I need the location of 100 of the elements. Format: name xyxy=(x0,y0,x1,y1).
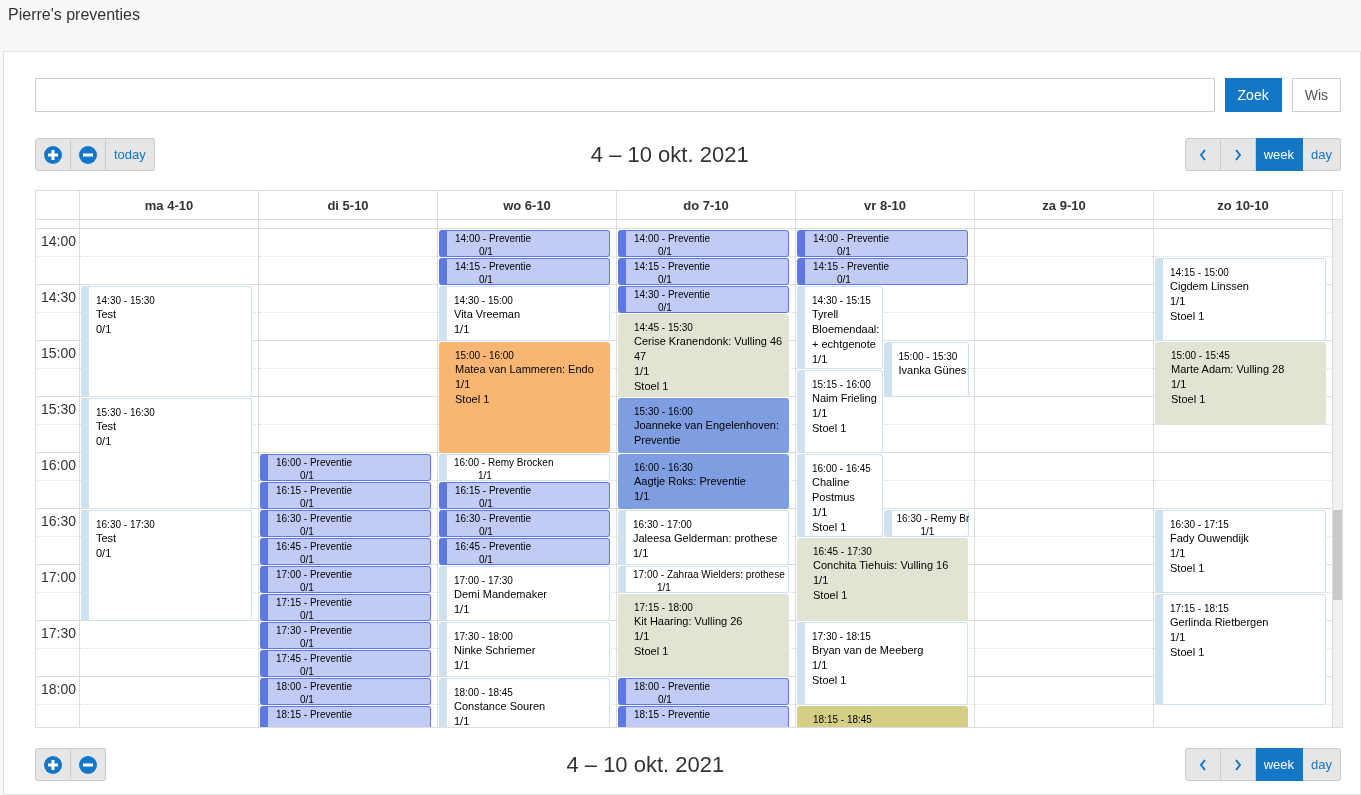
available-slot[interactable]: 16:30 - Preventie 0/1 xyxy=(439,510,610,537)
appointment-detail: Stoel 1 xyxy=(813,588,849,603)
appointment-time: 16:00 - 16:45 xyxy=(812,462,872,475)
time-label: 16:00 xyxy=(40,456,78,473)
next-button[interactable] xyxy=(1220,748,1256,781)
appointment-detail: 1/1 xyxy=(455,377,472,392)
available-slot[interactable]: 14:15 - Preventie 0/1 xyxy=(618,258,789,285)
appointment-detail: 1/1 xyxy=(454,322,471,337)
available-slot[interactable]: 18:15 - Preventie xyxy=(260,706,431,727)
appointment[interactable]: 17:30 - 18:15 Bryan van de Meeberg 1/1 Stoel 1 xyxy=(797,622,968,705)
appointment[interactable]: 15:15 - 16:00 Naim Frieling 1/1 Stoel 1 xyxy=(797,370,883,453)
appointment[interactable]: 14:30 - 15:30 Test 0/1 xyxy=(81,286,252,397)
previous-button[interactable] xyxy=(1184,748,1221,781)
appointment[interactable]: 16:30 - 17:15 Fady Ouwendijk 1/1 Stoel 1 xyxy=(1155,510,1326,593)
appointment[interactable]: 16:30 - Remy Br 1/1 xyxy=(883,510,969,537)
scrollbar[interactable] xyxy=(1332,220,1342,727)
appointment[interactable]: 16:00 - 16:30 Aagtje Roks: Preventie 1/1 xyxy=(618,454,789,509)
available-slot[interactable]: 14:15 - Preventie 0/1 xyxy=(797,258,968,285)
time-label: 15:00 xyxy=(40,344,78,361)
available-slot[interactable]: 14:00 - Preventie 0/1 xyxy=(618,230,789,257)
appointment[interactable]: 17:30 - 18:00 Ninke Schriemer 1/1 xyxy=(439,622,610,677)
appointment-detail: Stoel 1 xyxy=(1170,309,1206,324)
appointment-count: 0/1 xyxy=(299,665,315,678)
appointment[interactable]: 14:30 - 15:00 Vita Vreeman 1/1 xyxy=(439,286,610,341)
appointment[interactable]: 18:00 - 18:45 Constance Souren 1/1 xyxy=(439,678,610,727)
view-tab[interactable]: week xyxy=(1255,138,1304,171)
appointment[interactable]: 16:30 - 17:30 Test 0/1 xyxy=(81,510,252,621)
appointment-heading: 17:30 - Preventie xyxy=(276,624,354,637)
appointment[interactable]: 17:15 - 18:15 Gerlinda Rietbergen 1/1 Stoel 1 xyxy=(1155,594,1326,705)
previous-button[interactable] xyxy=(1184,138,1221,171)
appointment[interactable]: 17:00 - 17:30 Demi Mandemaker 1/1 xyxy=(439,566,610,621)
view-tab[interactable]: week xyxy=(1255,748,1304,781)
zoom-out-button[interactable] xyxy=(71,748,106,781)
available-slot[interactable]: 18:00 - Preventie 0/1 xyxy=(260,678,431,705)
appointment[interactable]: 15:00 - 15:45 Marte Adam: Vulling 28 1/1 Stoel 1 xyxy=(1155,342,1326,425)
appointment-detail: 1/1 xyxy=(454,658,471,673)
today-button[interactable]: today xyxy=(106,138,155,171)
available-slot[interactable]: 16:15 - Preventie 0/1 xyxy=(260,482,431,509)
view-tab[interactable]: day xyxy=(1303,138,1341,171)
appointment[interactable]: 16:00 - 16:45 Chaline Postmus 1/1 Stoel 1 xyxy=(797,454,883,537)
available-slot[interactable]: 16:15 - Preventie 0/1 xyxy=(439,482,610,509)
appointment-detail: Stoel 1 xyxy=(1170,645,1206,660)
available-slot[interactable]: 14:00 - Preventie 0/1 xyxy=(439,230,610,257)
appointment[interactable]: 16:45 - 17:30 Conchita Tiehuis: Vulling 16 1/1 Stoel 1 xyxy=(797,538,968,621)
clear-button[interactable]: Wis xyxy=(1291,78,1341,112)
appointment-time: 15:30 - 16:30 xyxy=(96,406,156,419)
available-slot[interactable]: 16:45 - Preventie 0/1 xyxy=(439,538,610,565)
app-title: Pierre's preventies xyxy=(8,6,140,23)
available-slot[interactable]: 17:00 - Preventie 0/1 xyxy=(260,566,431,593)
appointment[interactable]: 18:15 - 18:45 xyxy=(797,706,968,727)
available-slot[interactable]: 16:30 - Preventie 0/1 xyxy=(260,510,431,537)
appointment-count: 0/1 xyxy=(478,273,494,286)
appointment-detail: 1/1 xyxy=(812,352,829,367)
appointment[interactable]: 14:30 - 15:15 Tyrell Bloemendaal: + echtgenote 1/1 xyxy=(797,286,883,369)
appointment[interactable]: 17:15 - 18:00 Kit Haaring: Vulling 26 1/1 Stoel 1 xyxy=(618,594,789,677)
appointment-heading: 18:00 - Preventie xyxy=(276,680,354,693)
appointment-heading: 17:15 - Preventie xyxy=(276,596,354,609)
appointment[interactable]: 17:00 - Zahraa Wielders: prothese 1/1 xyxy=(618,566,789,593)
appointment[interactable]: 16:00 - Remy Brocken 1/1 xyxy=(439,454,610,481)
available-slot[interactable]: 16:45 - Preventie 0/1 xyxy=(260,538,431,565)
zoom-in-button[interactable] xyxy=(35,138,71,171)
available-slot[interactable]: 14:00 - Preventie 0/1 xyxy=(797,230,968,257)
appointment[interactable]: 15:00 - 16:00 Matea van Lammeren: Endo 1/1 Stoel 1 xyxy=(439,342,610,453)
appointment-time: 17:30 - 18:00 xyxy=(454,630,514,643)
available-slot[interactable]: 18:00 - Preventie 0/1 xyxy=(618,678,789,705)
appointment[interactable]: 16:30 - 17:00 Jaleesa Gelderman: prothese 1/1 xyxy=(618,510,789,565)
appointment[interactable]: 15:30 - 16:00 Joanneke van Engelenhoven: Preventie xyxy=(618,398,789,453)
appointment-heading: 16:30 - Remy Br xyxy=(896,512,967,525)
appointment-detail: Stoel 1 xyxy=(1170,561,1206,576)
appointment-detail: 1/1 xyxy=(1170,546,1187,561)
available-slot[interactable]: 16:00 - Preventie 0/1 xyxy=(260,454,431,481)
appointment-time: 14:30 - 15:00 xyxy=(454,294,514,307)
scrollbar-thumb[interactable] xyxy=(1333,510,1342,600)
appointment[interactable]: 15:30 - 16:30 Test 0/1 xyxy=(81,398,252,509)
next-button[interactable] xyxy=(1220,138,1256,171)
available-slot[interactable]: 17:45 - Preventie 0/1 xyxy=(260,650,431,677)
available-slot[interactable]: 14:30 - Preventie 0/1 xyxy=(618,286,789,313)
appointment-count: 0/1 xyxy=(299,553,315,566)
day-header: zo 10-10 xyxy=(1153,191,1332,220)
appointment-heading: 14:00 - Preventie xyxy=(634,232,712,245)
appointment-detail: Stoel 1 xyxy=(812,520,848,535)
appointment[interactable]: 14:15 - 15:00 Cigdem Linssen 1/1 Stoel 1 xyxy=(1155,258,1326,341)
appointment-detail: 1/1 xyxy=(634,629,651,644)
appointment-count: 0/1 xyxy=(657,693,673,706)
search-field[interactable] xyxy=(35,78,1215,112)
available-slot[interactable]: 17:15 - Preventie 0/1 xyxy=(260,594,431,621)
time-label: 14:00 xyxy=(40,232,78,249)
zoom-out-button[interactable] xyxy=(71,138,106,171)
view-tab[interactable]: day xyxy=(1303,748,1341,781)
time-label: 15:30 xyxy=(40,400,78,417)
search-button[interactable]: Zoek xyxy=(1224,78,1282,112)
zoom-in-button[interactable] xyxy=(35,748,71,781)
appointment-detail: 1/1 xyxy=(454,602,471,617)
appointment-detail: Kit Haaring: Vulling 26 xyxy=(634,614,744,629)
available-slot[interactable]: 14:15 - Preventie 0/1 xyxy=(439,258,610,285)
available-slot[interactable]: 17:30 - Preventie 0/1 xyxy=(260,622,431,649)
appointment[interactable]: 15:00 - 15:30 Ivanka Günes xyxy=(883,342,969,397)
appointment[interactable]: 14:45 - 15:30 Cerise Kranendonk: Vulling 46 47 1/1 Stoel 1 xyxy=(618,314,789,397)
available-slot[interactable]: 18:15 - Preventie xyxy=(618,706,789,727)
day-header: vr 8-10 xyxy=(795,191,974,220)
